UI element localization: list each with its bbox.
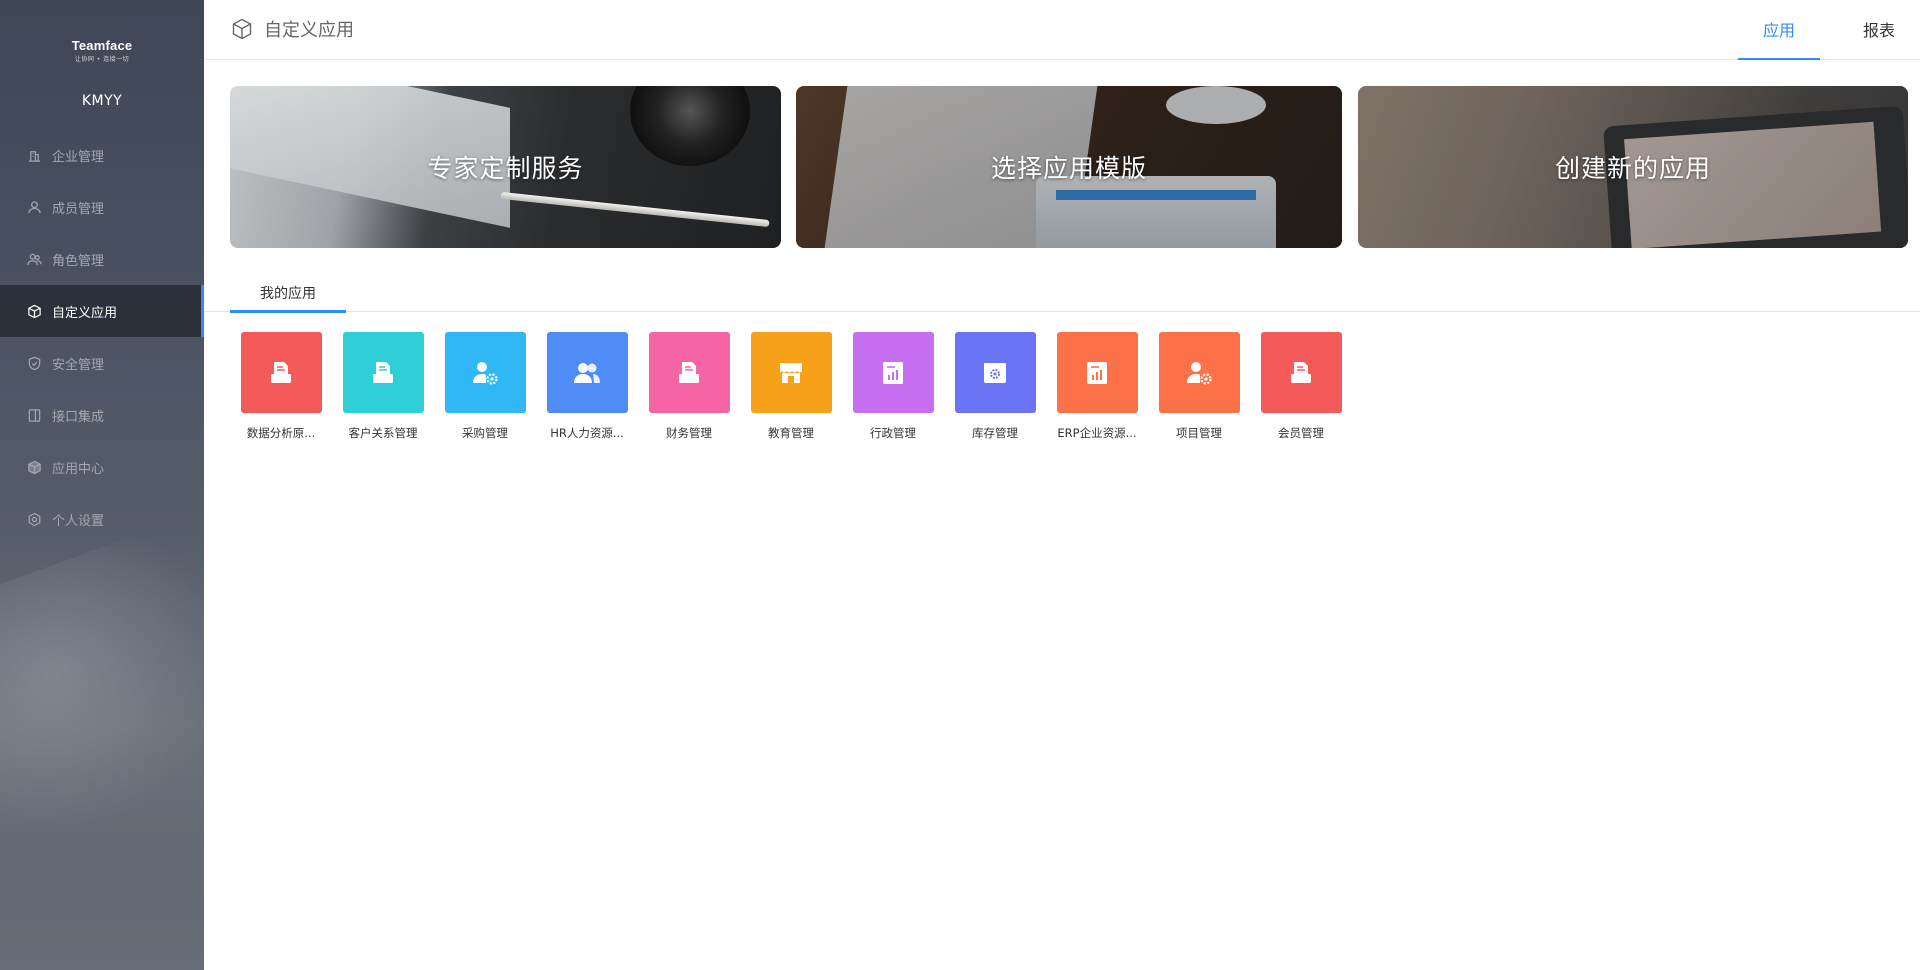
page-title-text: 自定义应用	[264, 20, 354, 41]
app-tile[interactable]	[546, 332, 628, 413]
interface-icon	[26, 407, 42, 423]
banner-mouse-image	[1166, 86, 1266, 124]
sidebar-item-label: 应用中心	[52, 461, 105, 477]
company-name: KMYY	[81, 93, 123, 109]
app-tile[interactable]	[750, 332, 832, 413]
banner-choose-template[interactable]: 选择应用模版	[796, 86, 1342, 248]
banners: 专家定制服务 选择应用模版 创建新的应用	[230, 86, 1908, 248]
document-icon	[673, 357, 705, 389]
sidebar-item-label: 成员管理	[52, 201, 105, 217]
banner-label: 专家定制服务	[427, 154, 584, 183]
app-item[interactable]: 行政管理	[842, 332, 944, 441]
cube-icon	[232, 18, 252, 40]
app-item[interactable]: 项目管理	[1148, 332, 1250, 441]
banner-label: 选择应用模版	[990, 154, 1147, 183]
app-tile[interactable]	[954, 332, 1036, 413]
users-icon	[571, 357, 603, 389]
banner-create-app[interactable]: 创建新的应用	[1358, 86, 1908, 248]
app-label: 会员管理	[1278, 426, 1324, 440]
page-title: 自定义应用	[230, 16, 354, 42]
sidebar-item-interface[interactable]: 接口集成	[0, 389, 204, 441]
header: 自定义应用 应用 报表	[204, 0, 1920, 60]
sidebar-item-label: 企业管理	[52, 149, 105, 165]
app-label: 客户关系管理	[348, 426, 418, 440]
document-icon	[1285, 357, 1317, 389]
app-label: 采购管理	[462, 426, 508, 440]
sidebar-item-custom-apps[interactable]: 自定义应用	[0, 285, 204, 337]
cube-icon	[26, 303, 42, 319]
banner-pen-image	[500, 191, 770, 228]
shield-icon	[26, 355, 42, 371]
user-icon	[26, 199, 42, 215]
box-gear-icon	[979, 357, 1011, 389]
tab-reports[interactable]: 报表	[1838, 0, 1920, 60]
my-apps-section: 我的应用	[204, 280, 1920, 313]
tab-apps[interactable]: 应用	[1738, 0, 1820, 60]
app-item[interactable]: 库存管理	[944, 332, 1046, 441]
app-label: 库存管理	[972, 426, 1018, 440]
app-grid: 数据分析原... 客户关系管理 采购管理 HR人力资源... 财务管理 教育管理 行政管理 库…	[230, 332, 1352, 441]
app-item[interactable]: HR人力资源...	[536, 332, 638, 441]
top-tabs: 应用 报表	[1720, 0, 1920, 60]
sidebar-item-label: 自定义应用	[52, 305, 118, 321]
sidebar-item-security[interactable]: 安全管理	[0, 337, 204, 389]
user-gear-icon	[469, 357, 501, 389]
document-icon	[265, 357, 297, 389]
sidebar-item-members[interactable]: 成员管理	[0, 181, 204, 233]
sidebar-item-personal-settings[interactable]: 个人设置	[0, 493, 204, 545]
banner-label: 创建新的应用	[1554, 154, 1711, 183]
sidebar-item-label: 安全管理	[52, 357, 105, 373]
app-label: 财务管理	[666, 426, 712, 440]
users-icon	[26, 251, 42, 267]
banner-camera-image	[630, 86, 750, 166]
banner-tablet-image	[1036, 176, 1276, 248]
sidebar-item-app-center[interactable]: 应用中心	[0, 441, 204, 493]
sidebar-item-label: 个人设置	[52, 513, 105, 529]
report-icon	[877, 357, 909, 389]
app-tile[interactable]	[1158, 332, 1240, 413]
sidebar-item-roles[interactable]: 角色管理	[0, 233, 204, 285]
package-icon	[26, 459, 42, 475]
report-icon	[1081, 357, 1113, 389]
sidebar-item-enterprise[interactable]: 企业管理	[0, 129, 204, 181]
app-label: 教育管理	[768, 426, 814, 440]
sidebar-item-label: 角色管理	[52, 253, 105, 269]
app-item[interactable]: 教育管理	[740, 332, 842, 441]
app-item[interactable]: 会员管理	[1250, 332, 1352, 441]
logo-subtitle: 让协同 • 连接一切	[74, 56, 130, 63]
logo: Teamface 让协同 • 连接一切	[0, 0, 204, 63]
tab-my-apps[interactable]: 我的应用	[230, 280, 346, 313]
app-tile[interactable]	[852, 332, 934, 413]
app-tile[interactable]	[1056, 332, 1138, 413]
logo-title: Teamface	[71, 38, 133, 53]
app-item[interactable]: 采购管理	[434, 332, 536, 441]
app-item[interactable]: 数据分析原...	[230, 332, 332, 441]
sidebar-item-label: 接口集成	[52, 409, 105, 425]
building-icon	[26, 147, 42, 163]
app-item[interactable]: ERP企业资源...	[1046, 332, 1148, 441]
store-icon	[775, 357, 807, 389]
app-item[interactable]: 财务管理	[638, 332, 740, 441]
app-label: ERP企业资源...	[1057, 426, 1137, 440]
document-icon	[367, 357, 399, 389]
app-tile[interactable]	[444, 332, 526, 413]
app-label: HR人力资源...	[550, 426, 624, 440]
user-gear-icon	[1183, 357, 1215, 389]
sidebar: Teamface 让协同 • 连接一切 KMYY 企业管理 成员管理 角色管理 …	[0, 0, 204, 970]
sidebar-nav: 企业管理 成员管理 角色管理 自定义应用 安全管理 接口集成 应用中心 个人设置	[0, 129, 204, 545]
app-label: 数据分析原...	[246, 426, 316, 440]
banner-expert-service[interactable]: 专家定制服务	[230, 86, 781, 248]
app-tile[interactable]	[648, 332, 730, 413]
app-item[interactable]: 客户关系管理	[332, 332, 434, 441]
app-label: 项目管理	[1176, 426, 1222, 440]
app-tile[interactable]	[342, 332, 424, 413]
app-tile[interactable]	[240, 332, 322, 413]
settings-icon	[26, 511, 42, 527]
app-tile[interactable]	[1260, 332, 1342, 413]
app-label: 行政管理	[870, 426, 916, 440]
